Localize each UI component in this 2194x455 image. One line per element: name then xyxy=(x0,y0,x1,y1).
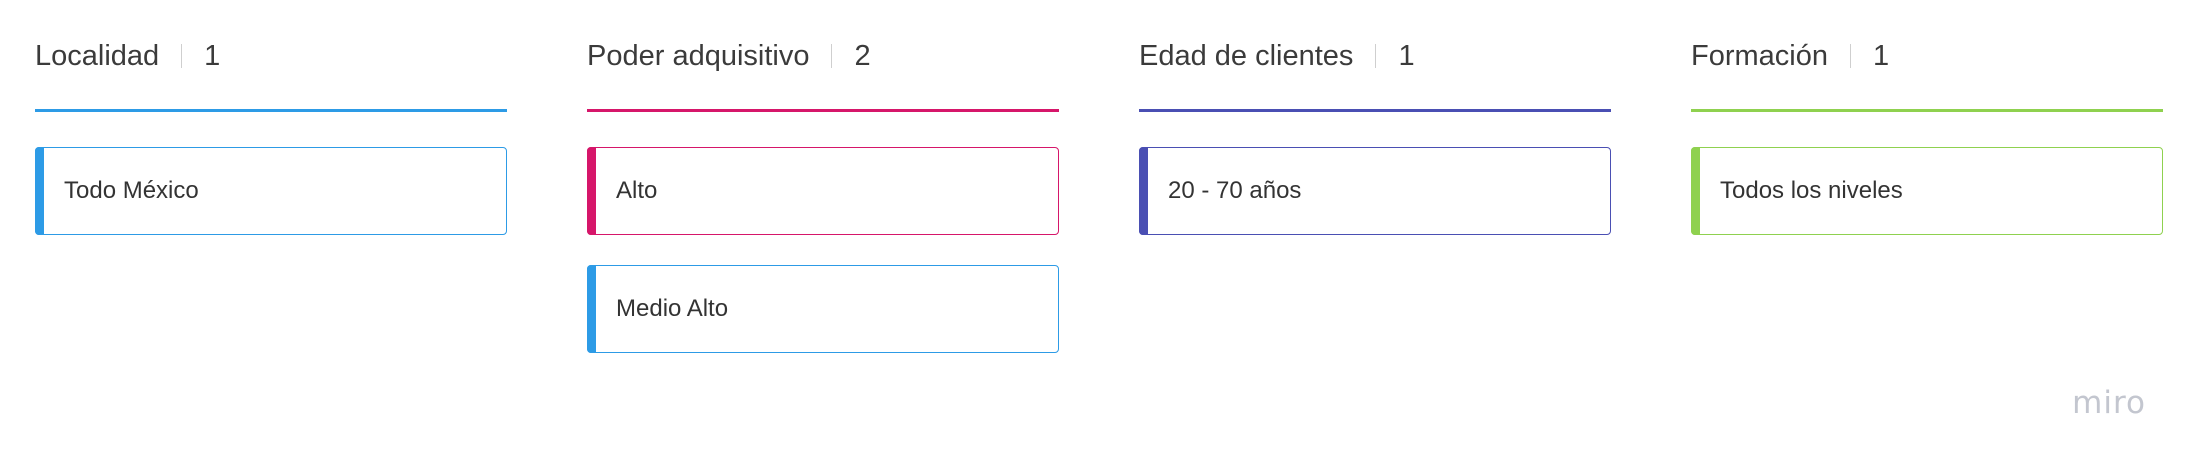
card-accent-bar xyxy=(1691,147,1700,235)
card-list: Todos los niveles xyxy=(1691,147,2163,235)
column-title: Edad de clientes xyxy=(1139,39,1354,72)
card-accent-bar xyxy=(1139,147,1148,235)
column-underline xyxy=(35,109,507,112)
column-header[interactable]: Edad de clientes 1 xyxy=(1139,38,1611,74)
card-label: Medio Alto xyxy=(616,295,729,322)
kanban-board: Localidad 1 Todo México Poder adquisitiv… xyxy=(35,38,2163,353)
column-edad-de-clientes: Edad de clientes 1 20 - 70 años xyxy=(1139,38,1611,353)
header-divider xyxy=(1850,44,1851,68)
card-list: Todo México xyxy=(35,147,507,235)
card-label: 20 - 70 años xyxy=(1168,177,1302,204)
column-count: 2 xyxy=(854,39,871,72)
column-count: 1 xyxy=(1398,39,1415,72)
card-list: 20 - 70 años xyxy=(1139,147,1611,235)
column-header[interactable]: Formación 1 xyxy=(1691,38,2163,74)
card[interactable]: Todos los niveles xyxy=(1691,147,2163,235)
card-label: Todo México xyxy=(64,177,199,204)
column-localidad: Localidad 1 Todo México xyxy=(35,38,507,353)
miro-logo: miro xyxy=(2072,385,2146,421)
column-title: Formación xyxy=(1691,39,1828,72)
card[interactable]: Todo México xyxy=(35,147,507,235)
card-accent-bar xyxy=(35,147,44,235)
header-divider xyxy=(1375,44,1377,68)
card-list: Alto Medio Alto xyxy=(587,147,1059,353)
card[interactable]: 20 - 70 años xyxy=(1139,147,1611,235)
header-divider xyxy=(181,44,183,68)
column-formacion: Formación 1 Todos los niveles xyxy=(1691,38,2163,353)
card-accent-bar xyxy=(587,147,596,235)
column-underline xyxy=(1691,109,2163,112)
column-count: 1 xyxy=(1873,39,1890,72)
column-header[interactable]: Poder adquisitivo 2 xyxy=(587,38,1059,74)
header-divider xyxy=(831,44,833,68)
column-header[interactable]: Localidad 1 xyxy=(35,38,507,74)
card[interactable]: Alto xyxy=(587,147,1059,235)
card-accent-bar xyxy=(587,265,596,353)
column-title: Poder adquisitivo xyxy=(587,39,810,72)
column-poder-adquisitivo: Poder adquisitivo 2 Alto Medio Alto xyxy=(587,38,1059,353)
column-underline xyxy=(1139,109,1611,112)
column-title: Localidad xyxy=(35,39,160,72)
card-label: Alto xyxy=(616,177,658,204)
card[interactable]: Medio Alto xyxy=(587,265,1059,353)
column-count: 1 xyxy=(204,39,221,72)
card-label: Todos los niveles xyxy=(1720,177,1903,204)
column-underline xyxy=(587,109,1059,112)
